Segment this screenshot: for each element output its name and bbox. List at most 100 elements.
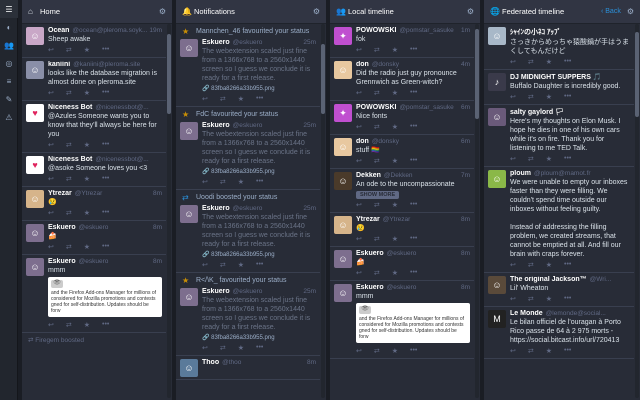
more-icon[interactable]: ••• [564, 261, 571, 269]
more-icon[interactable]: ••• [256, 95, 263, 103]
display-name[interactable]: don [356, 61, 369, 68]
display-name[interactable]: Eskuero [202, 288, 230, 295]
reply-icon[interactable]: ↩ [48, 243, 54, 251]
reply-icon[interactable]: ↩ [48, 89, 54, 97]
reply-icon[interactable]: ↩ [356, 201, 362, 209]
avatar[interactable]: ♥ [26, 156, 44, 174]
display-name[interactable]: The original Jackson™ [510, 276, 587, 283]
favourite-icon[interactable]: ★ [84, 46, 90, 54]
avatar[interactable]: ☺ [334, 61, 352, 79]
avatar[interactable]: ☺ [488, 27, 506, 45]
more-icon[interactable]: ••• [102, 89, 109, 97]
reply-icon[interactable]: ↩ [356, 269, 362, 277]
display-name[interactable]: Ytrezar [48, 190, 72, 197]
display-name[interactable]: Eskuero [356, 250, 384, 257]
avatar[interactable]: ☺ [26, 27, 44, 45]
status-item[interactable]: ☺ Ytrezar @Ytrezar 8m 😢 ↩ ⇄ ★ ••• [330, 213, 474, 247]
status-item[interactable]: ☺ Dekken @Dekken 7m An ode to the uncompassi… [330, 169, 474, 213]
menu-icon[interactable]: ☰ [0, 0, 18, 18]
status-item[interactable]: ☺ Eskuero @eskuero 25m The webextension scal… [176, 119, 320, 190]
display-name[interactable]: kaniini [48, 61, 70, 68]
favourite-icon[interactable]: ★ [238, 95, 244, 103]
timestamp[interactable]: 25m [303, 122, 316, 129]
favourite-icon[interactable]: ★ [546, 155, 552, 163]
reply-icon[interactable]: ↩ [202, 344, 208, 352]
status-item[interactable]: ☺ kaniini @kaniini@pleroma.site looks like … [22, 58, 166, 101]
boost-icon[interactable]: ⇄ [374, 269, 380, 277]
boost-icon[interactable]: ⇄ [220, 178, 226, 186]
more-icon[interactable]: ••• [256, 261, 263, 269]
column-settings-icon[interactable]: ⚙ [627, 7, 634, 16]
timestamp[interactable]: 25m [303, 205, 316, 212]
more-icon[interactable]: ••• [102, 175, 109, 183]
avatar[interactable]: ☺ [26, 258, 44, 276]
favourite-icon[interactable]: ★ [392, 269, 398, 277]
status-item[interactable]: ♥ Niceness Bot @nicenessbot@... @asoke Some… [22, 153, 166, 187]
display-name[interactable]: Eskuero [202, 39, 230, 46]
favourite-icon[interactable]: ★ [392, 46, 398, 54]
avatar[interactable]: ✦ [334, 27, 352, 45]
status-item[interactable]: ☺ Ocean @ocean@pleroma.soyk... 19m Sheep awa… [22, 24, 166, 58]
status-item[interactable]: ☺ Eskuero @eskuero 8m 🍰 ↩ ⇄ ★ ••• [330, 247, 474, 281]
display-name[interactable]: Eskuero [48, 224, 76, 231]
favourite-icon[interactable]: ★ [392, 157, 398, 165]
timestamp[interactable]: 7m [461, 172, 470, 179]
display-name[interactable]: Ocean [48, 27, 69, 34]
timestamp[interactable]: 19m [149, 27, 162, 34]
more-icon[interactable]: ••• [410, 123, 417, 131]
favourite-icon[interactable]: ★ [392, 123, 398, 131]
reply-icon[interactable]: ↩ [48, 46, 54, 54]
more-icon[interactable]: ••• [564, 295, 571, 303]
pencil-icon[interactable]: ✎ [0, 90, 18, 108]
favourite-icon[interactable]: ★ [84, 209, 90, 217]
boost-icon[interactable]: ⇄ [374, 347, 380, 355]
more-icon[interactable]: ••• [102, 321, 109, 329]
more-icon[interactable]: ••• [256, 178, 263, 186]
reply-icon[interactable]: ↩ [510, 58, 516, 66]
display-name[interactable]: Eskuero [48, 258, 76, 265]
favourite-icon[interactable]: ★ [546, 93, 552, 101]
notifications-column-header[interactable]: 🔔 Notifications ⚙ [176, 0, 326, 24]
eye-icon[interactable]: 👁 [359, 306, 371, 314]
media-attachment-link[interactable]: 🔗 83fba8266a33b955.png [202, 332, 316, 342]
timestamp[interactable]: 1m [461, 27, 470, 34]
avatar[interactable]: M [488, 310, 506, 328]
timestamp[interactable]: 6m [461, 138, 470, 145]
reply-icon[interactable]: ↩ [202, 261, 208, 269]
display-name[interactable]: Niceness Bot [48, 104, 92, 111]
favourite-icon[interactable]: ★ [84, 321, 90, 329]
local-column-header[interactable]: 👥 Local timeline ⚙ [330, 0, 480, 24]
status-item[interactable]: ☺ ploum @ploum@mamot.fr We were unable to e… [484, 167, 634, 273]
favourite-icon[interactable]: ★ [238, 344, 244, 352]
status-item[interactable]: ✦ POWOWSKI @pomstar_sasuke 6m Nice fonts ↩ ⇄ ★ •… [330, 101, 474, 135]
timestamp[interactable]: 4m [461, 61, 470, 68]
timestamp[interactable]: 8m [153, 224, 162, 231]
more-icon[interactable]: ••• [410, 269, 417, 277]
favourite-icon[interactable]: ★ [546, 295, 552, 303]
home-column-header[interactable]: ⌂ Home ⚙ [22, 0, 172, 24]
boost-icon[interactable]: ⇄ [220, 261, 226, 269]
avatar[interactable]: ♪ [488, 73, 506, 91]
reply-icon[interactable]: ↩ [510, 93, 516, 101]
more-icon[interactable]: ••• [102, 243, 109, 251]
avatar[interactable]: ☺ [180, 122, 198, 140]
timestamp[interactable]: 8m [307, 359, 316, 366]
back-button[interactable]: ‹ Back [601, 8, 621, 15]
avatar[interactable]: ☺ [26, 61, 44, 79]
more-icon[interactable]: ••• [564, 155, 571, 163]
reply-icon[interactable]: ↩ [356, 46, 362, 54]
status-item[interactable]: ☺ don @donsky 4m Did the radio just guy pron… [330, 58, 474, 101]
boost-icon[interactable]: ⇄ [374, 123, 380, 131]
users-icon[interactable]: 👥 [0, 36, 18, 54]
status-item[interactable]: ☺ Eskuero @eskuero 25m The webextension scal… [176, 36, 320, 107]
avatar[interactable]: ☺ [488, 276, 506, 294]
favourite-icon[interactable]: ★ [84, 175, 90, 183]
boost-icon[interactable]: ⇄ [528, 93, 534, 101]
display-name[interactable]: ｼｬｲﾝの小ﾈｺ ｱｯﾌﾟ [510, 27, 561, 37]
timestamp[interactable]: 8m [153, 190, 162, 197]
avatar[interactable]: ☺ [26, 224, 44, 242]
status-item[interactable]: M Le Monde @lemonde@social... Le bilan offi… [484, 307, 634, 359]
reply-icon[interactable]: ↩ [510, 155, 516, 163]
more-icon[interactable]: ••• [256, 344, 263, 352]
avatar[interactable]: ☺ [488, 108, 506, 126]
